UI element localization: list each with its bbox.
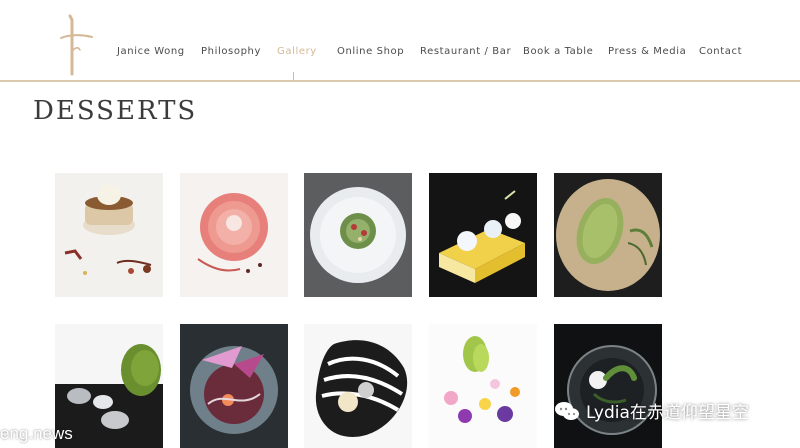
pink-rose-dessert-photo-icon (180, 173, 288, 297)
gallery-thumb-tart[interactable] (55, 173, 163, 297)
header-divider (0, 80, 800, 82)
page-title: DESSERTS (33, 96, 198, 126)
flower-garden-dessert-photo-icon (429, 324, 537, 448)
gallery-thumb-purple-petals[interactable] (180, 324, 288, 448)
wechat-icon (555, 401, 579, 420)
tart-dessert-photo-icon (55, 173, 163, 297)
nav-gallery[interactable]: Gallery (277, 46, 317, 57)
gallery-thumb-green-pod[interactable] (554, 173, 662, 297)
gallery-thumb-glass-plate[interactable] (554, 324, 662, 448)
active-nav-indicator (293, 72, 294, 80)
nav-book-a-table[interactable]: Book a Table (523, 46, 593, 57)
gallery-thumb-striped-plate[interactable] (304, 324, 412, 448)
watermark-right-text: Lydia在赤道仰望星空 (586, 403, 749, 423)
nav-restaurant-bar[interactable]: Restaurant / Bar (420, 46, 511, 57)
brand-logo-icon[interactable] (58, 12, 94, 76)
striped-plate-dessert-photo-icon (304, 324, 412, 448)
plated-green-dessert-photo-icon (304, 173, 412, 297)
nav-online-shop[interactable]: Online Shop (337, 46, 404, 57)
watermark-right: Lydia在赤道仰望星空 (554, 398, 749, 423)
purple-petals-dessert-photo-icon (180, 324, 288, 448)
nav-press-media[interactable]: Press & Media (608, 46, 686, 57)
nav-janice-wong[interactable]: Janice Wong (117, 46, 185, 57)
site-header: Janice Wong Philosophy Gallery Online Sh… (0, 0, 800, 82)
gallery-thumb-plated-green[interactable] (304, 173, 412, 297)
gallery-thumb-yellow-cube[interactable] (429, 173, 537, 297)
green-pod-dessert-photo-icon (554, 173, 662, 297)
glass-plate-dessert-photo-icon (554, 324, 662, 448)
watermark-left: eng.news (0, 424, 73, 443)
gallery-thumb-flower-garden[interactable] (429, 324, 537, 448)
yellow-cube-dessert-photo-icon (429, 173, 537, 297)
nav-philosophy[interactable]: Philosophy (201, 46, 261, 57)
gallery-thumb-pink-rose[interactable] (180, 173, 288, 297)
nav-contact[interactable]: Contact (699, 46, 742, 57)
